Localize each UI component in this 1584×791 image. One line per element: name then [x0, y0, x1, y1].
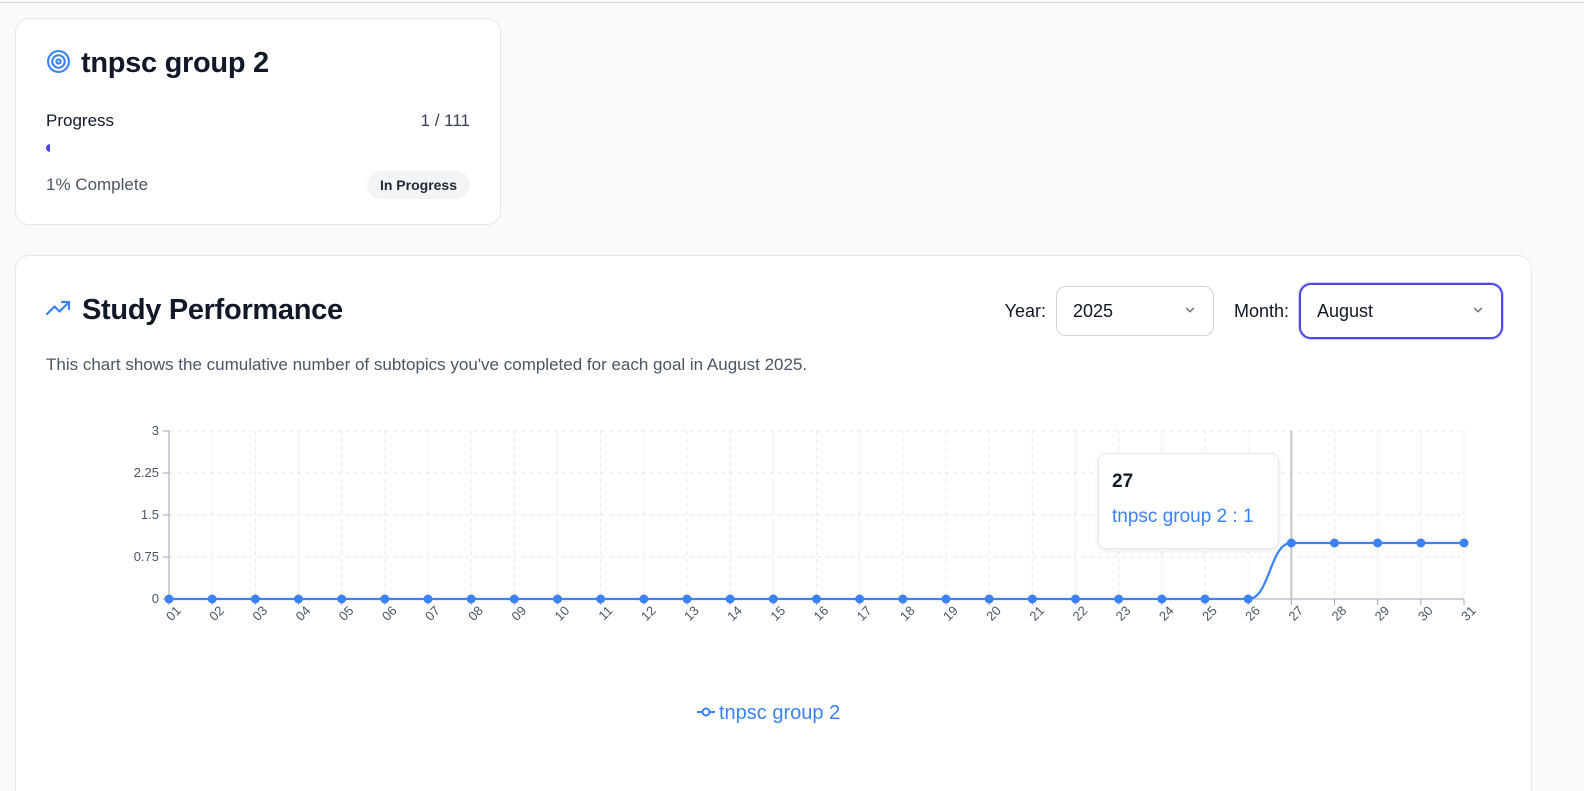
data-point — [337, 594, 347, 604]
study-performance-chart: 0 0.75 1.5 2.25 3 01 02 03 04 05 06 07 08 09 10 11 12 13 1… — [134, 423, 1479, 624]
chart-tooltip: 27 tnpsc group 2 : 1 — [1098, 453, 1279, 549]
data-point — [1243, 594, 1253, 604]
x-tick-label: 09 — [508, 603, 529, 624]
x-tick-label: 06 — [379, 603, 400, 624]
x-tick-label: 17 — [854, 603, 875, 624]
data-point — [1286, 538, 1296, 548]
data-point — [855, 594, 865, 604]
chart-legend[interactable]: tnpsc group 2 — [697, 702, 840, 725]
data-point — [596, 594, 606, 604]
data-point — [294, 594, 303, 604]
x-tick-label: 30 — [1415, 603, 1436, 624]
x-tick-label: 02 — [206, 603, 227, 624]
data-point — [768, 594, 778, 604]
x-tick-label: 21 — [1026, 603, 1047, 624]
x-tick-label: 26 — [1242, 603, 1263, 624]
x-tick-label: 04 — [293, 603, 314, 624]
x-tick-label: 24 — [1156, 603, 1177, 624]
data-point — [1416, 538, 1426, 548]
data-point — [1027, 594, 1037, 604]
x-tick-label: 23 — [1113, 603, 1134, 624]
y-tick-label: 2.25 — [134, 465, 159, 480]
data-point — [1200, 594, 1210, 604]
data-point — [164, 594, 174, 604]
data-point — [984, 594, 994, 604]
tooltip-value: tnpsc group 2 : 1 — [1112, 506, 1254, 527]
data-point — [509, 594, 519, 604]
x-tick-label: 28 — [1329, 603, 1350, 624]
data-point — [207, 594, 217, 604]
data-point — [466, 594, 476, 604]
legend-line-icon — [697, 702, 715, 725]
x-tick-label: 31 — [1458, 603, 1479, 624]
data-point — [1459, 538, 1469, 548]
data-point — [725, 594, 735, 604]
data-point — [380, 594, 390, 604]
x-tick-label: 15 — [767, 603, 788, 624]
data-point — [1157, 594, 1167, 604]
data-point — [250, 594, 260, 604]
x-tick-label: 10 — [552, 603, 573, 624]
x-tick-label: 08 — [465, 603, 486, 624]
data-point — [1114, 594, 1124, 604]
data-point — [941, 594, 951, 604]
x-tick-label: 16 — [811, 603, 832, 624]
data-point — [1373, 538, 1383, 548]
x-tick-label: 11 — [595, 603, 615, 623]
x-tick-label: 07 — [422, 603, 443, 624]
x-tick-label: 19 — [940, 603, 961, 624]
x-tick-label: 22 — [1070, 603, 1091, 624]
x-tick-label: 13 — [681, 603, 702, 624]
data-point — [1071, 594, 1080, 604]
data-point — [639, 594, 649, 604]
x-tick-label: 05 — [336, 603, 357, 624]
y-tick-label: 1.5 — [141, 507, 159, 522]
data-point — [812, 594, 821, 604]
tooltip-title: 27 — [1112, 471, 1134, 492]
data-point — [553, 594, 562, 604]
x-tick-label: 25 — [1199, 603, 1220, 624]
x-tick-label: 03 — [249, 603, 270, 624]
x-tick-label: 18 — [897, 603, 918, 624]
y-tick-label: 0.75 — [134, 549, 159, 564]
x-tick-label: 14 — [724, 603, 745, 624]
x-tick-label: 29 — [1372, 603, 1393, 624]
data-point — [423, 594, 433, 604]
x-tick-label: 01 — [163, 603, 184, 624]
data-point — [682, 594, 692, 604]
x-tick-label: 12 — [638, 603, 659, 624]
data-point — [898, 594, 908, 604]
legend-label: tnpsc group 2 — [719, 702, 841, 724]
x-tick-label: 20 — [983, 603, 1004, 624]
y-tick-label: 3 — [152, 423, 159, 438]
y-tick-label: 0 — [152, 591, 159, 606]
x-tick-label: 27 — [1285, 603, 1306, 624]
data-point — [1330, 538, 1339, 548]
